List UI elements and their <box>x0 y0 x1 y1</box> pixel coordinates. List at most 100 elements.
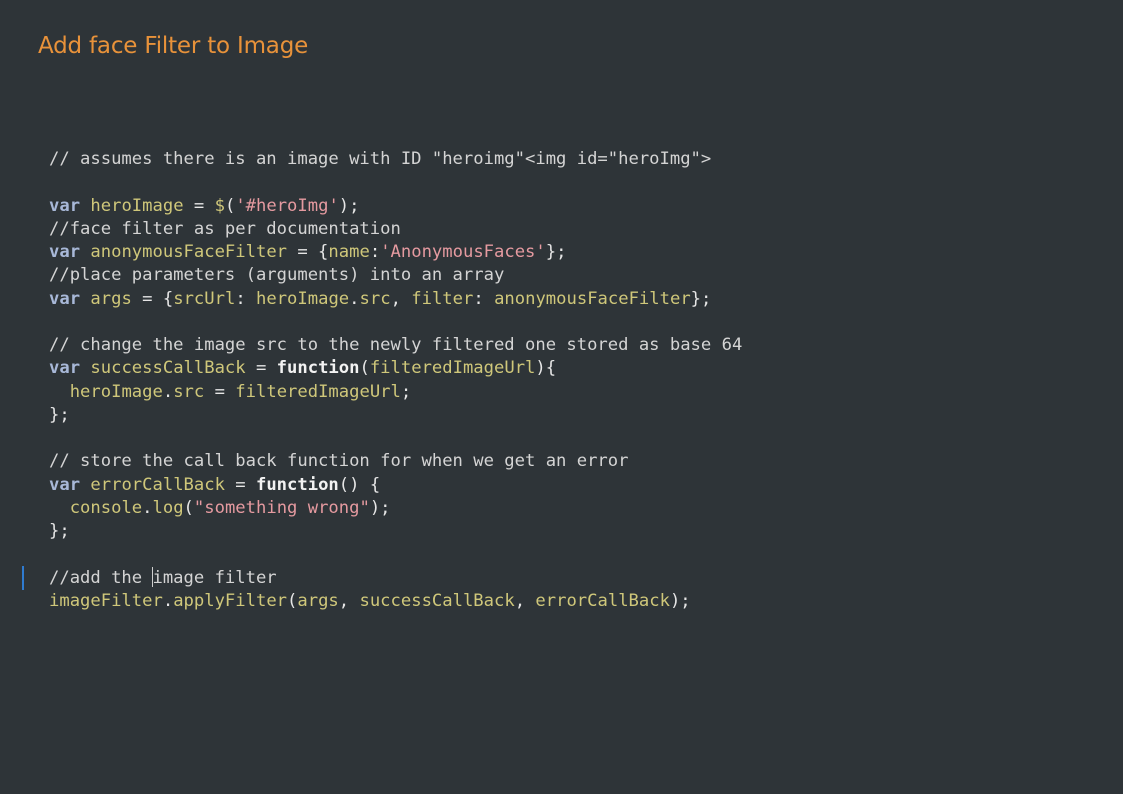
code-line[interactable]: }; <box>49 520 742 543</box>
code-token-plain: = { <box>287 242 329 262</box>
code-token-plain: ); <box>369 497 391 518</box>
code-token-keyword: var <box>49 288 81 309</box>
code-token-ident: filteredImageUrl <box>369 358 536 379</box>
code-token-keyword: var <box>49 242 81 262</box>
code-line[interactable]: //add the image filter <box>49 566 742 590</box>
code-token-plain: ( <box>287 590 298 611</box>
code-token-plain: ){ <box>535 358 557 379</box>
code-token-plain: . <box>162 381 174 402</box>
code-token-plain: () { <box>338 474 381 495</box>
code-token-comment: // change the image src to the newly fil… <box>49 335 743 355</box>
code-token-ident: successCallBack <box>359 590 515 611</box>
code-token-plain: ); <box>669 590 691 611</box>
code-token-ident: filteredImageUrl <box>235 381 401 402</box>
code-line[interactable]: // change the image src to the newly fil… <box>49 334 742 357</box>
code-token-plain: , <box>390 288 412 309</box>
code-line[interactable]: var heroImage = $('#heroImg'); <box>49 195 742 218</box>
code-line[interactable]: //face filter as per documentation <box>49 218 742 241</box>
code-token-keyword: var <box>49 474 81 495</box>
code-line[interactable]: heroImage.src = filteredImageUrl; <box>49 381 742 404</box>
code-line[interactable]: ​ <box>49 311 742 334</box>
code-token-plain: ( <box>359 358 370 379</box>
code-line[interactable]: //place parameters (arguments) into an a… <box>49 264 742 287</box>
code-line[interactable]: }; <box>49 404 742 427</box>
code-token-fn: function <box>255 474 339 495</box>
code-token-string: '#heroImg' <box>235 195 339 216</box>
code-token-plain: }; <box>49 404 70 425</box>
page-title: Add face Filter to Image <box>38 33 309 59</box>
code-token-plain: }; <box>690 288 712 309</box>
code-token-plain: ( <box>183 497 194 518</box>
code-token-plain: = <box>245 358 277 379</box>
code-token-plain: ; <box>400 381 412 402</box>
code-line[interactable]: var anonymousFaceFilter = {name:'Anonymo… <box>49 241 742 264</box>
code-token-ident: console <box>69 497 143 518</box>
code-line[interactable]: var successCallBack = function(filteredI… <box>49 357 742 380</box>
code-token-plain: = { <box>131 288 174 309</box>
code-token-ident: $ <box>214 195 225 216</box>
code-line[interactable]: ​ <box>49 543 742 566</box>
code-line[interactable]: var errorCallBack = function() { <box>49 474 742 497</box>
code-token-plain: , <box>338 590 360 611</box>
code-line[interactable]: imageFilter.applyFilter(args, successCal… <box>49 590 742 613</box>
code-token-fn: function <box>276 358 360 379</box>
code-token-comment: // assumes there is an image with ID "he… <box>49 149 712 169</box>
code-line[interactable]: // store the call back function for when… <box>49 450 742 473</box>
code-token-ident: log <box>152 497 184 518</box>
code-token-comment: //face filter as per documentation <box>49 218 401 239</box>
code-token-plain: : <box>235 288 257 309</box>
code-token-ident: srcUrl <box>173 288 236 309</box>
code-token-ident: imageFilter <box>49 590 163 611</box>
code-token-ident: heroImage <box>90 195 184 216</box>
code-token-plain: . <box>349 288 360 309</box>
code-token-comment: //place parameters (arguments) into an a… <box>49 265 505 286</box>
code-line[interactable]: ​ <box>49 427 742 450</box>
code-token-ident: anonymousFaceFilter <box>90 242 288 262</box>
code-token-plain: = <box>183 195 215 216</box>
code-token-plain: ( <box>224 195 236 216</box>
code-token-ident: applyFilter <box>173 590 288 611</box>
code-token-plain: : <box>369 242 381 262</box>
active-line-marker <box>22 566 24 590</box>
code-token-ident: anonymousFaceFilter <box>494 288 691 309</box>
code-token-plain: . <box>162 590 174 611</box>
code-token-ident: errorCallBack <box>535 590 670 611</box>
code-token-comment: //add the <box>49 567 153 588</box>
code-token-string: "something wrong" <box>193 497 370 518</box>
code-token-ident: name <box>328 242 370 262</box>
code-token-plain: }; <box>49 521 70 541</box>
code-token-ident: args <box>90 288 132 309</box>
code-token-comment: // store the call back function for when… <box>49 451 629 472</box>
code-token-comment: image filter <box>152 567 277 588</box>
code-line[interactable]: console.log("something wrong"); <box>49 497 742 520</box>
code-token-plain: = <box>204 381 236 402</box>
code-token-ident: src <box>173 381 205 402</box>
code-token-ident: successCallBack <box>90 358 246 379</box>
code-line[interactable]: // assumes there is an image with ID "he… <box>49 148 742 171</box>
code-token-ident: src <box>359 288 391 309</box>
code-token-ident: errorCallBack <box>90 474 225 495</box>
code-line[interactable]: ​ <box>49 171 742 194</box>
code-token-plain: , <box>514 590 536 611</box>
code-token-string: 'AnonymousFaces' <box>380 242 546 262</box>
code-token-ident: filter <box>411 288 474 309</box>
code-token-keyword: var <box>49 195 81 216</box>
code-editor[interactable]: // assumes there is an image with ID "he… <box>49 148 742 613</box>
code-line[interactable]: var args = {srcUrl: heroImage.src, filte… <box>49 288 742 311</box>
code-token-keyword: var <box>49 358 81 379</box>
code-token-plain: }; <box>545 242 567 262</box>
code-token-plain: = <box>224 474 256 495</box>
code-token-plain: . <box>142 497 153 518</box>
code-token-ident: heroImage <box>69 381 163 402</box>
code-token-ident: heroImage <box>256 288 350 309</box>
code-token-ident: args <box>297 590 339 611</box>
code-token-plain: : <box>473 288 495 309</box>
code-token-plain: ); <box>338 195 360 216</box>
